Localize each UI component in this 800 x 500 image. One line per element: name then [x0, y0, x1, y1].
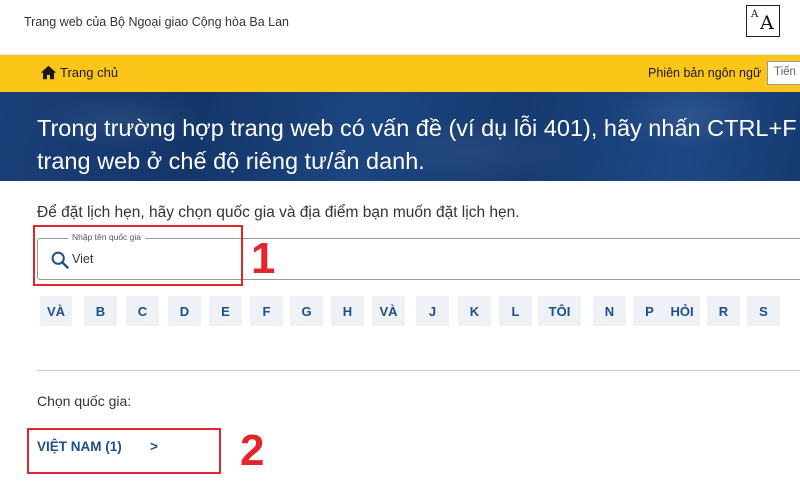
- letter-filter-button[interactable]: R: [707, 296, 740, 326]
- font-size-large-glyph: A: [760, 12, 774, 34]
- letter-filter-button[interactable]: TÔI: [538, 296, 581, 326]
- letter-filter-button[interactable]: VÀ: [40, 296, 72, 326]
- annotation-marker-1: 1: [251, 234, 276, 283]
- banner-text: Trong trường hợp trang web có vấn đề (ví…: [37, 112, 800, 178]
- instruction-text: Để đặt lịch hẹn, hãy chọn quốc gia và đị…: [37, 204, 520, 221]
- banner-line-1: Trong trường hợp trang web có vấn đề (ví…: [37, 115, 797, 141]
- nav-bar: Trang chủ Phiên bản ngôn ngữ Tiến: [0, 55, 800, 92]
- letter-filter-button[interactable]: K: [458, 296, 491, 326]
- choose-country-label: Chọn quốc gia:: [37, 393, 132, 409]
- letter-filter-button[interactable]: C: [126, 296, 159, 326]
- language-label: Phiên bản ngôn ngữ: [648, 66, 762, 80]
- letter-filter-button[interactable]: J: [416, 296, 449, 326]
- letter-filter-button[interactable]: N: [593, 296, 626, 326]
- notice-banner: Trong trường hợp trang web có vấn đề (ví…: [0, 92, 800, 181]
- home-link-label: Trang chủ: [60, 65, 119, 80]
- annotation-box-1: [33, 225, 243, 286]
- letter-filter-button[interactable]: H: [331, 296, 364, 326]
- letter-filter-button[interactable]: L: [499, 296, 532, 326]
- annotation-marker-2: 2: [240, 426, 265, 475]
- home-icon: [40, 65, 57, 80]
- home-link[interactable]: Trang chủ: [40, 65, 118, 80]
- letter-filter-button[interactable]: B: [84, 296, 117, 326]
- font-size-button[interactable]: A A: [746, 5, 780, 37]
- top-header: Trang web của Bộ Ngoại giao Cộng hòa Ba …: [0, 0, 800, 55]
- letter-filter-button[interactable]: HỎI: [664, 296, 700, 326]
- letter-filter-button[interactable]: F: [250, 296, 283, 326]
- letter-filter-button[interactable]: VÀ: [372, 296, 405, 326]
- divider: [37, 370, 800, 371]
- letter-filter-button[interactable]: D: [168, 296, 201, 326]
- font-size-small-glyph: A: [751, 9, 759, 20]
- letter-filter-button[interactable]: S: [747, 296, 780, 326]
- letter-filter-button[interactable]: E: [209, 296, 242, 326]
- site-title: Trang web của Bộ Ngoại giao Cộng hòa Ba …: [24, 15, 289, 29]
- banner-line-2: trang web ở chế độ riêng tư/ẩn danh.: [37, 148, 425, 174]
- language-select[interactable]: Tiến: [767, 61, 800, 85]
- letter-filter-button[interactable]: P: [633, 296, 666, 326]
- annotation-box-2: [27, 428, 221, 474]
- letter-filter-button[interactable]: G: [290, 296, 323, 326]
